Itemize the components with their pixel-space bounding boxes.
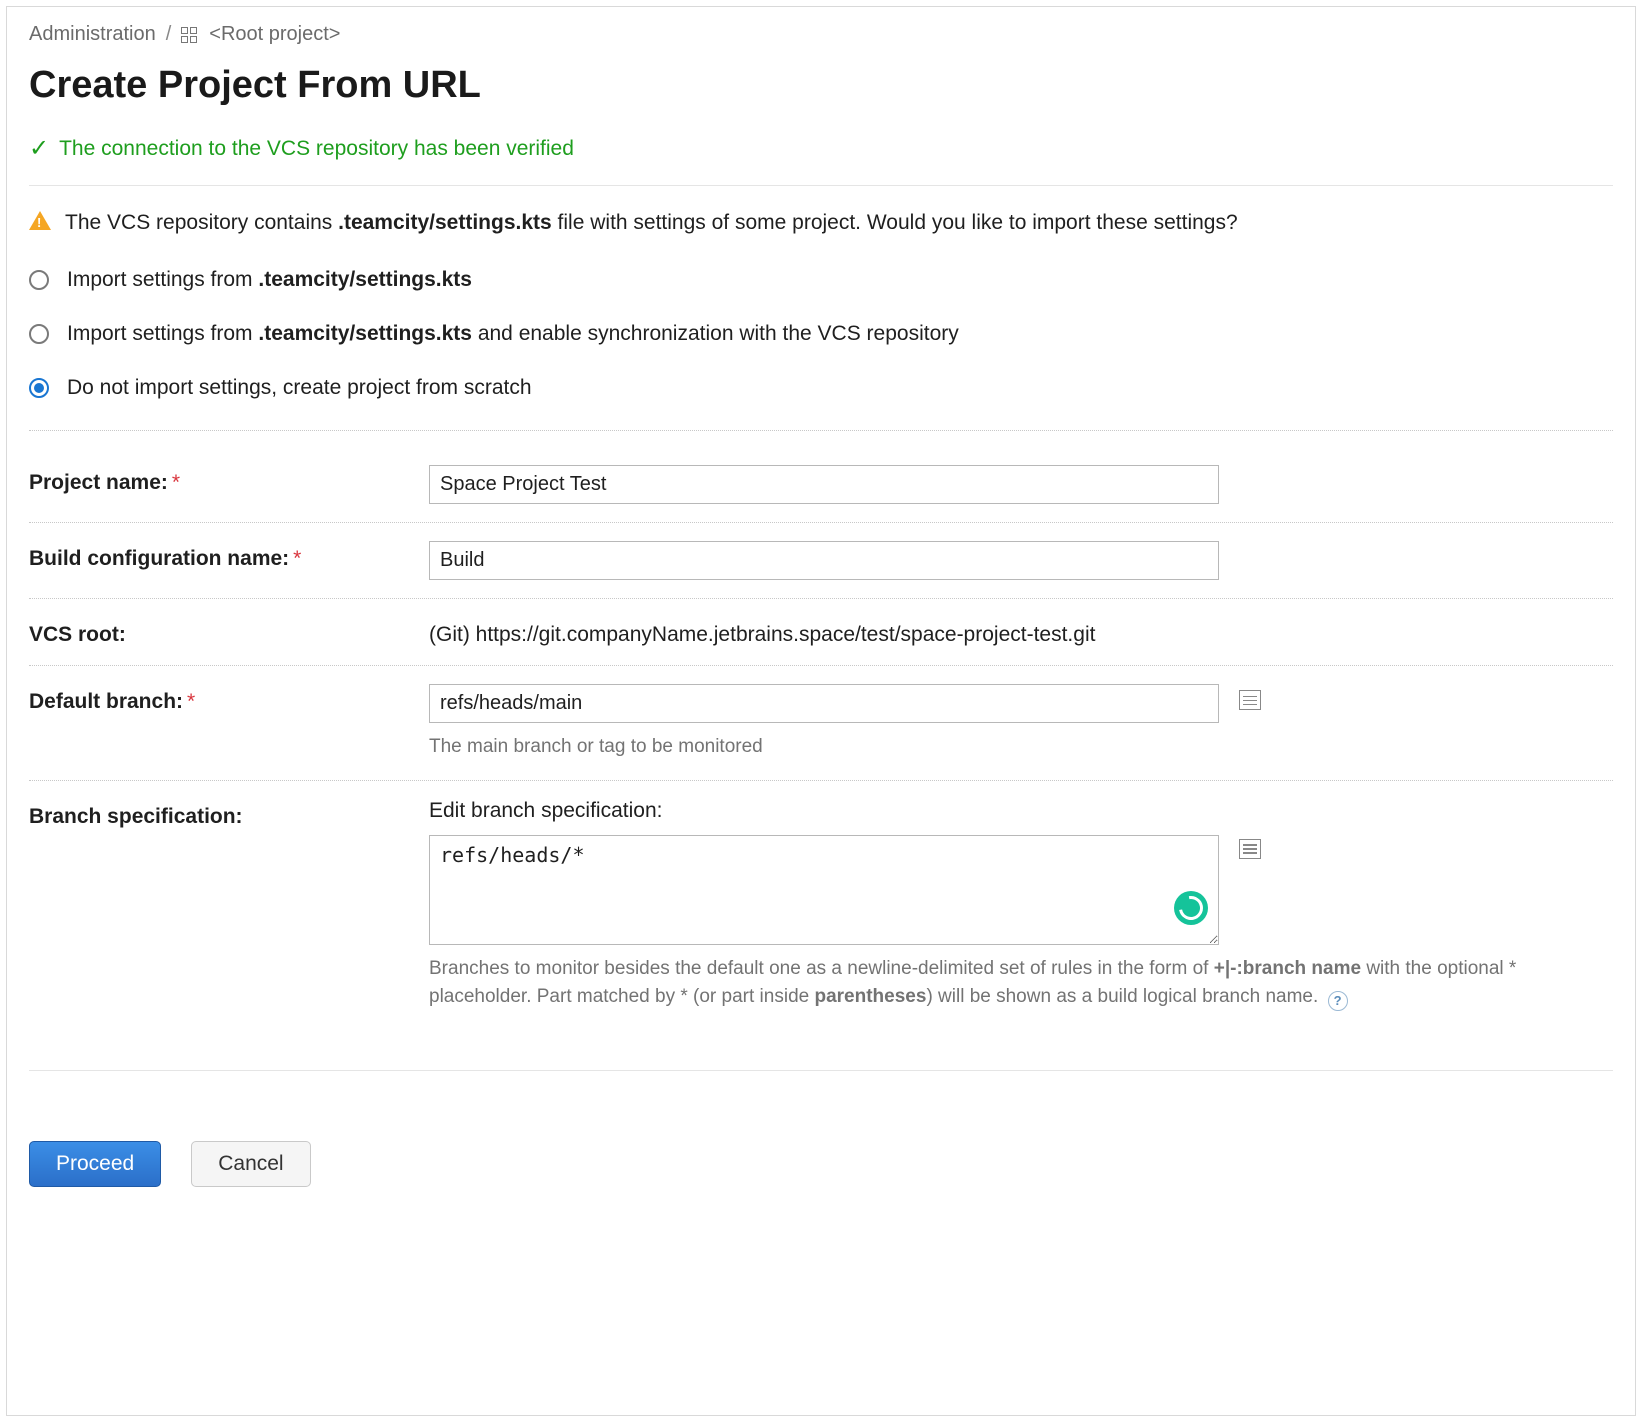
branch-spec-hint: Branches to monitor besides the default …	[429, 955, 1549, 1012]
option-import-settings[interactable]: Import settings from .teamcity/settings.…	[29, 268, 1613, 292]
build-config-input[interactable]	[429, 541, 1219, 580]
divider	[29, 1070, 1613, 1071]
default-branch-input[interactable]	[429, 684, 1219, 723]
radio-icon[interactable]	[29, 270, 49, 290]
vcs-root-value: (Git) https://git.companyName.jetbrains.…	[429, 617, 1613, 647]
list-icon[interactable]	[1239, 839, 1261, 859]
default-branch-hint: The main branch or tag to be monitored	[429, 733, 1549, 762]
breadcrumb-admin[interactable]: Administration	[29, 23, 156, 46]
check-icon: ✓	[29, 137, 49, 161]
breadcrumb-root-project[interactable]: <Root project>	[209, 23, 340, 46]
warning-icon	[29, 211, 51, 230]
settings-warning: The VCS repository contains .teamcity/se…	[29, 208, 1613, 238]
help-icon[interactable]: ?	[1328, 991, 1348, 1011]
vcs-root-label: VCS root:	[29, 617, 429, 647]
breadcrumb-separator: /	[166, 23, 172, 46]
grammarly-icon[interactable]	[1174, 891, 1208, 925]
branch-spec-textarea[interactable]	[429, 835, 1219, 945]
cancel-button[interactable]: Cancel	[191, 1141, 310, 1187]
project-name-label: Project name:*	[29, 465, 429, 495]
radio-icon[interactable]	[29, 324, 49, 344]
project-grid-icon	[181, 27, 199, 45]
option-import-and-sync[interactable]: Import settings from .teamcity/settings.…	[29, 322, 1613, 346]
page-title: Create Project From URL	[29, 64, 1613, 107]
default-branch-label: Default branch:*	[29, 684, 429, 714]
option-from-scratch[interactable]: Do not import settings, create project f…	[29, 376, 1613, 400]
breadcrumb: Administration / <Root project>	[29, 23, 1613, 46]
build-config-label: Build configuration name:*	[29, 541, 429, 571]
proceed-button[interactable]: Proceed	[29, 1141, 161, 1187]
divider	[29, 185, 1613, 186]
project-name-input[interactable]	[429, 465, 1219, 504]
radio-icon[interactable]	[29, 378, 49, 398]
branch-spec-label: Branch specification:	[29, 799, 429, 829]
list-icon[interactable]	[1239, 690, 1261, 710]
vcs-success-message: ✓ The connection to the VCS repository h…	[29, 137, 1613, 161]
branch-spec-sublabel: Edit branch specification:	[429, 799, 1613, 823]
divider	[29, 430, 1613, 431]
